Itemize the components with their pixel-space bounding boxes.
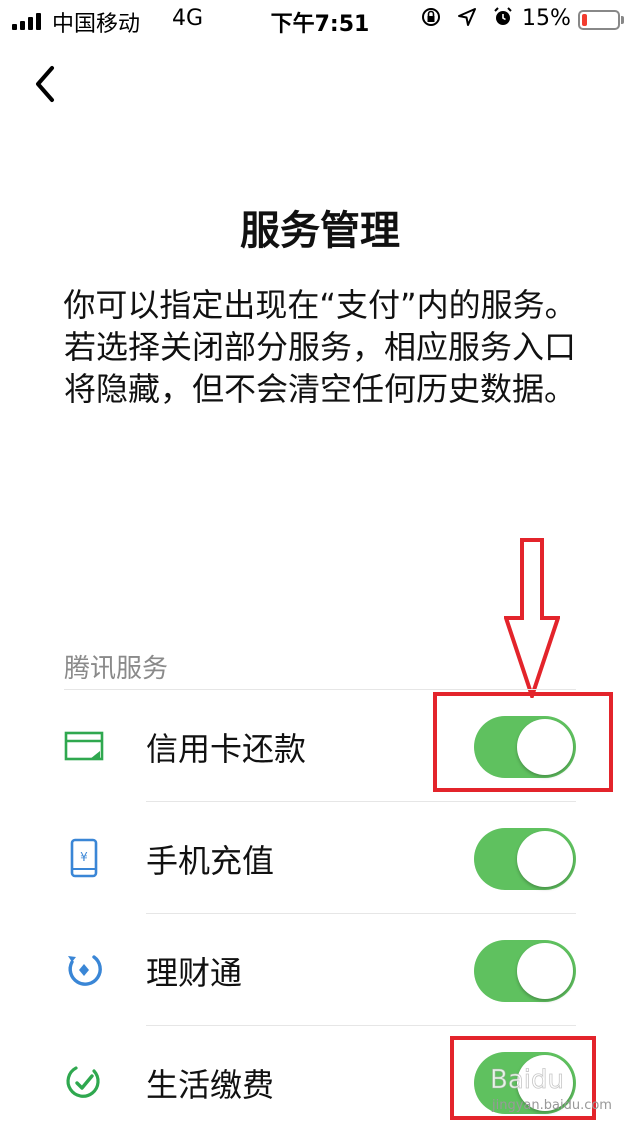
toggle-knob [517, 831, 573, 887]
orientation-lock-icon [422, 8, 440, 26]
watermark-logo: Baidu [490, 1065, 565, 1096]
battery-level-fill [582, 14, 587, 26]
page-title: 服务管理 [240, 208, 400, 254]
watermark: Baidu jingyan.baidu.com [488, 1058, 612, 1118]
list-item-label: 生活缴费 [146, 1066, 275, 1104]
phone-topup-icon: ¥ [64, 838, 104, 878]
battery-icon [578, 10, 620, 30]
battery-cap [621, 16, 624, 24]
annotation-highlight-box [433, 692, 613, 792]
svg-text:¥: ¥ [80, 850, 88, 864]
status-bar: 中国移动 4G 下午7:51 15% [0, 0, 640, 40]
battery-percentage: 15% [522, 6, 571, 31]
phone-topup-toggle[interactable] [474, 828, 576, 890]
toggle-knob [517, 943, 573, 999]
wealth-icon [64, 950, 104, 990]
chevron-left-icon [36, 66, 54, 102]
svg-text:Baidu: Baidu [490, 1065, 564, 1095]
location-icon [458, 8, 476, 26]
list-item-label: 理财通 [146, 954, 243, 992]
list-item-label: 手机充值 [146, 842, 275, 880]
alarm-icon [494, 7, 512, 25]
back-button[interactable] [28, 62, 64, 106]
annotation-arrow-icon [504, 538, 560, 698]
page-description: 你可以指定出现在“支付”内的服务。若选择关闭部分服务，相应服务入口将隐藏，但不会… [63, 286, 577, 408]
list-item-label: 信用卡还款 [146, 730, 307, 768]
list-item-phone-topup: ¥ 手机充值 [0, 802, 640, 914]
list-item-wealth: 理财通 [0, 914, 640, 1026]
section-header: 腾讯服务 [64, 654, 169, 684]
watermark-url: jingyan.baidu.com [492, 1098, 612, 1113]
credit-card-icon [64, 726, 104, 766]
utility-payment-icon [64, 1062, 104, 1102]
wealth-toggle[interactable] [474, 940, 576, 1002]
